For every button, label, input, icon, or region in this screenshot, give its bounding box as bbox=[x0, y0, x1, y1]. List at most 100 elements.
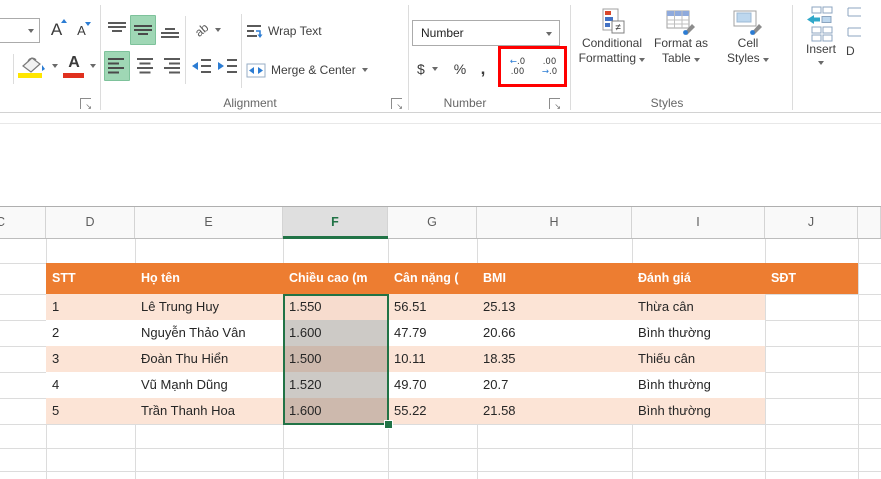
percent-style-button[interactable]: % bbox=[449, 54, 471, 84]
cell-styles-button[interactable]: Cell Styles bbox=[716, 2, 780, 92]
merge-center-icon bbox=[246, 63, 266, 78]
cell-F4[interactable]: 1.520 bbox=[283, 372, 388, 398]
table-header-cell[interactable]: STT bbox=[46, 263, 135, 294]
align-middle-button-selected[interactable] bbox=[130, 15, 156, 45]
align-left-icon bbox=[106, 56, 128, 76]
cell-D1[interactable]: 1 bbox=[46, 294, 135, 320]
cell-D3[interactable]: 3 bbox=[46, 346, 135, 372]
decrease-indent-button[interactable] bbox=[188, 52, 213, 80]
cell-I5[interactable]: Bình thường bbox=[632, 398, 765, 424]
fill-color-dropdown[interactable] bbox=[52, 64, 58, 68]
orientation-button[interactable]: ab bbox=[190, 16, 226, 44]
cell-D2[interactable]: 2 bbox=[46, 320, 135, 346]
align-center-button[interactable] bbox=[132, 52, 157, 80]
gridline-vertical bbox=[858, 239, 859, 479]
table-header-cell[interactable]: SĐT bbox=[765, 263, 858, 294]
styles-group-label: Styles bbox=[612, 96, 722, 110]
delete-cells-button-partial[interactable]: D bbox=[842, 2, 881, 92]
cell-J3[interactable] bbox=[765, 346, 858, 372]
cell-E1[interactable]: Lê Trung Huy bbox=[135, 294, 283, 320]
table-header-cell[interactable]: Họ tên bbox=[135, 263, 283, 294]
cell-H1[interactable]: 25.13 bbox=[477, 294, 632, 320]
table-header-cell[interactable]: BMI bbox=[477, 263, 632, 294]
wrap-text-button[interactable]: Wrap Text bbox=[246, 18, 346, 44]
align-left-button[interactable] bbox=[104, 51, 130, 81]
decrease-font-size-button[interactable]: A bbox=[70, 17, 93, 44]
cell-J5[interactable] bbox=[765, 398, 858, 424]
font-dialog-launcher[interactable]: ↘ bbox=[80, 98, 91, 109]
comma-style-button[interactable]: , bbox=[474, 54, 492, 84]
increase-indent-icon bbox=[215, 56, 239, 76]
table-row: 5Trần Thanh Hoa1.60055.2221.58Bình thườn… bbox=[46, 398, 858, 424]
delete-label-partial: D bbox=[846, 44, 855, 59]
cell-F5[interactable]: 1.600 bbox=[283, 398, 388, 424]
column-header-H[interactable]: H bbox=[477, 207, 632, 238]
cell-H4[interactable]: 20.7 bbox=[477, 372, 632, 398]
cell-G2[interactable]: 47.79 bbox=[388, 320, 477, 346]
cell-D5[interactable]: 5 bbox=[46, 398, 135, 424]
column-header-partial[interactable] bbox=[858, 207, 881, 238]
cell-E3[interactable]: Đoàn Thu Hiển bbox=[135, 346, 283, 372]
column-header-I[interactable]: I bbox=[632, 207, 765, 238]
cell-F3[interactable]: 1.500 bbox=[283, 346, 388, 372]
alignment-dialog-launcher[interactable]: ↘ bbox=[391, 98, 402, 109]
conditional-formatting-button[interactable]: ≠ Conditional Formatting bbox=[574, 2, 650, 92]
cell-E2[interactable]: Nguyễn Thảo Vân bbox=[135, 320, 283, 346]
cell-F2[interactable]: 1.600 bbox=[283, 320, 388, 346]
cell-G3[interactable]: 10.11 bbox=[388, 346, 477, 372]
group-divider bbox=[570, 5, 571, 110]
cell-E5[interactable]: Trần Thanh Hoa bbox=[135, 398, 283, 424]
fill-color-swatch bbox=[18, 73, 42, 78]
fill-color-button[interactable] bbox=[16, 50, 50, 84]
fill-handle[interactable] bbox=[384, 420, 393, 429]
font-color-dropdown[interactable] bbox=[90, 64, 96, 68]
cell-H2[interactable]: 20.66 bbox=[477, 320, 632, 346]
table-header-cell[interactable]: Chiều cao (m bbox=[283, 263, 388, 294]
cell-I4[interactable]: Bình thường bbox=[632, 372, 765, 398]
table-row: 2Nguyễn Thảo Vân1.60047.7920.66Bình thườ… bbox=[46, 320, 858, 346]
cell-J2[interactable] bbox=[765, 320, 858, 346]
group-divider bbox=[792, 5, 793, 110]
format-as-table-button[interactable]: Format as Table bbox=[652, 2, 710, 92]
cell-F1[interactable]: 1.550 bbox=[283, 294, 388, 320]
number-dialog-launcher[interactable]: ↘ bbox=[549, 98, 560, 109]
cell-G5[interactable]: 55.22 bbox=[388, 398, 477, 424]
chevron-down-icon bbox=[432, 67, 438, 71]
cell-E4[interactable]: Vũ Mạnh Dũng bbox=[135, 372, 283, 398]
increase-font-size-button[interactable]: A bbox=[44, 15, 69, 44]
cell-I3[interactable]: Thiếu cân bbox=[632, 346, 765, 372]
accounting-format-button[interactable]: $ bbox=[412, 54, 446, 84]
wrap-text-icon bbox=[246, 23, 263, 40]
column-header-G[interactable]: G bbox=[388, 207, 477, 238]
align-right-button[interactable] bbox=[158, 52, 183, 80]
font-color-swatch bbox=[63, 73, 84, 78]
cell-J1[interactable] bbox=[765, 294, 858, 320]
merge-center-label: Merge & Center bbox=[271, 63, 356, 77]
font-size-combobox[interactable] bbox=[0, 18, 40, 43]
number-format-combobox[interactable]: Number bbox=[412, 20, 560, 46]
cell-I2[interactable]: Bình thường bbox=[632, 320, 765, 346]
cell-D4[interactable]: 4 bbox=[46, 372, 135, 398]
font-color-button[interactable]: A bbox=[60, 50, 88, 84]
table-header-cell[interactable]: Đánh giá bbox=[632, 263, 765, 294]
align-top-button[interactable] bbox=[104, 16, 129, 44]
increase-indent-button[interactable] bbox=[214, 52, 239, 80]
column-header-C[interactable]: C bbox=[0, 207, 46, 238]
cell-I1[interactable]: Thừa cân bbox=[632, 294, 765, 320]
merge-center-button[interactable]: Merge & Center bbox=[246, 56, 402, 84]
table-header-row: STTHọ tênChiều cao (mCân nặng (BMIĐánh g… bbox=[46, 263, 858, 294]
align-bottom-button[interactable] bbox=[157, 16, 182, 44]
column-header-J[interactable]: J bbox=[765, 207, 858, 238]
insert-cells-button[interactable]: Insert bbox=[800, 2, 842, 92]
cell-G1[interactable]: 56.51 bbox=[388, 294, 477, 320]
table-header-cell[interactable]: Cân nặng ( bbox=[388, 263, 477, 294]
column-header-D[interactable]: D bbox=[46, 207, 135, 238]
cell-J4[interactable] bbox=[765, 372, 858, 398]
cell-H5[interactable]: 21.58 bbox=[477, 398, 632, 424]
cell-G4[interactable]: 49.70 bbox=[388, 372, 477, 398]
column-header-E[interactable]: E bbox=[135, 207, 283, 238]
gridline-horizontal bbox=[0, 448, 881, 449]
cell-H3[interactable]: 18.35 bbox=[477, 346, 632, 372]
chevron-down-icon bbox=[362, 68, 368, 72]
column-header-F[interactable]: F bbox=[283, 207, 388, 238]
